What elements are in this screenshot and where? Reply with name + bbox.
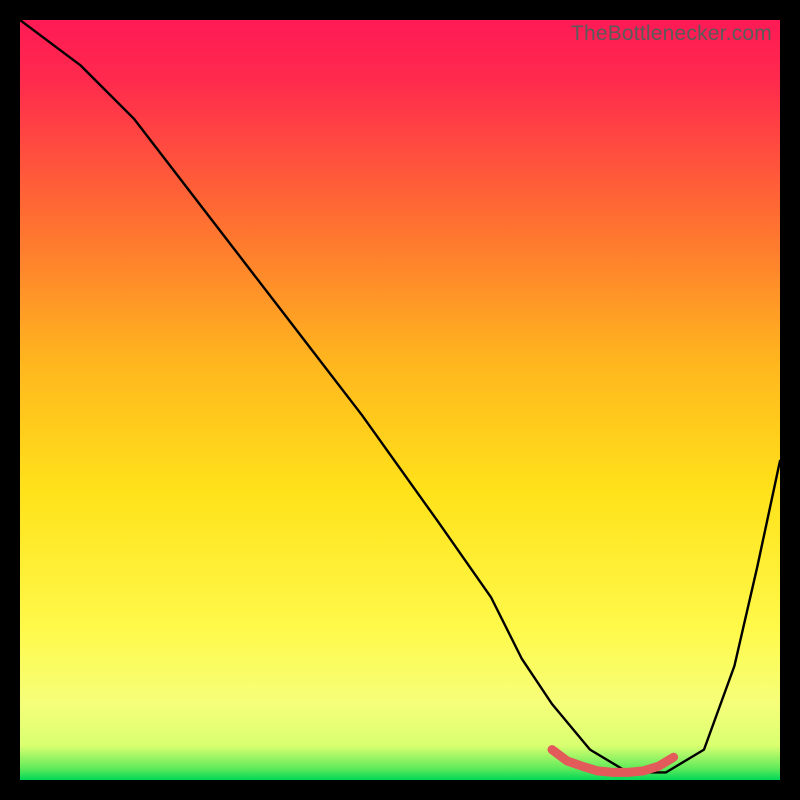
chart-svg bbox=[20, 20, 780, 780]
gradient-background bbox=[20, 20, 780, 780]
watermark-text: TheBottlenecker.com bbox=[571, 22, 772, 46]
chart-frame: TheBottlenecker.com bbox=[20, 20, 780, 780]
